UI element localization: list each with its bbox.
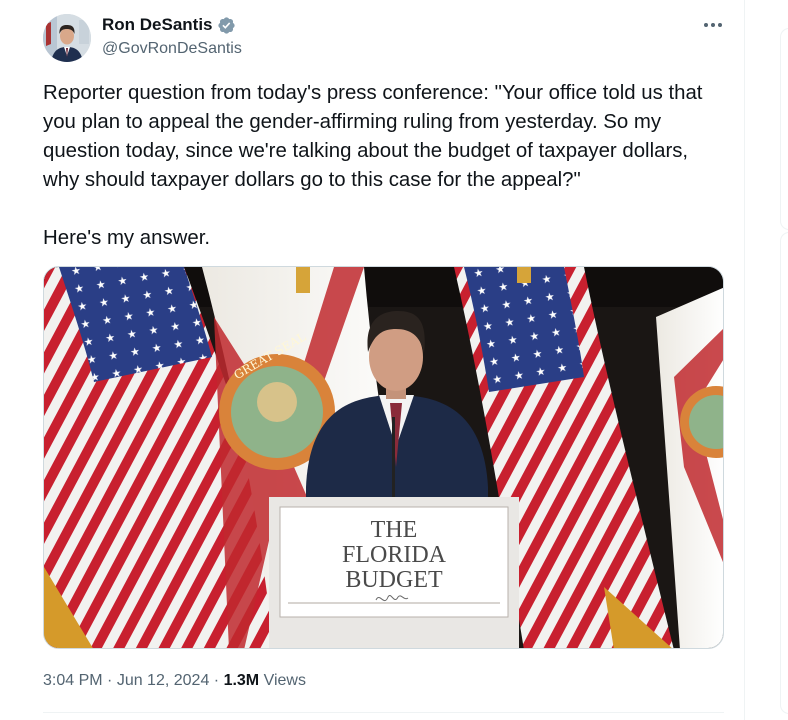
views-count: 1.3M (223, 672, 260, 689)
tweet-video[interactable]: ★ GREAT SEAL (43, 266, 724, 649)
video-still-image: ★ GREAT SEAL (44, 267, 723, 648)
podium-sign-line1: THE (371, 517, 418, 543)
sidebar-card-edge (780, 28, 788, 230)
tweet-time[interactable]: 3:04 PM (43, 672, 103, 689)
author-handle[interactable]: @GovRonDeSantis (102, 38, 242, 60)
tweet-date[interactable]: Jun 12, 2024 (117, 672, 210, 689)
right-column-divider (744, 0, 745, 720)
meta-separator: · (102, 672, 117, 689)
tweet-text: Reporter question from today's press con… (43, 82, 703, 249)
divider (43, 712, 724, 713)
verified-badge-icon (217, 16, 235, 34)
avatar[interactable] (43, 14, 91, 62)
author-name-row[interactable]: Ron DeSantis (102, 14, 236, 36)
more-options-icon[interactable] (700, 14, 726, 36)
podium-sign-line3: BUDGET (345, 567, 443, 593)
avatar-image (43, 14, 91, 62)
sidebar-card-edge (780, 232, 788, 714)
author-name[interactable]: Ron DeSantis (102, 14, 213, 36)
podium-sign-line2: FLORIDA (342, 542, 447, 568)
meta-separator: · (209, 672, 224, 689)
views-label: Views (259, 672, 306, 689)
tweet-metadata: 3:04 PM · Jun 12, 2024 · 1.3M Views (43, 670, 306, 692)
